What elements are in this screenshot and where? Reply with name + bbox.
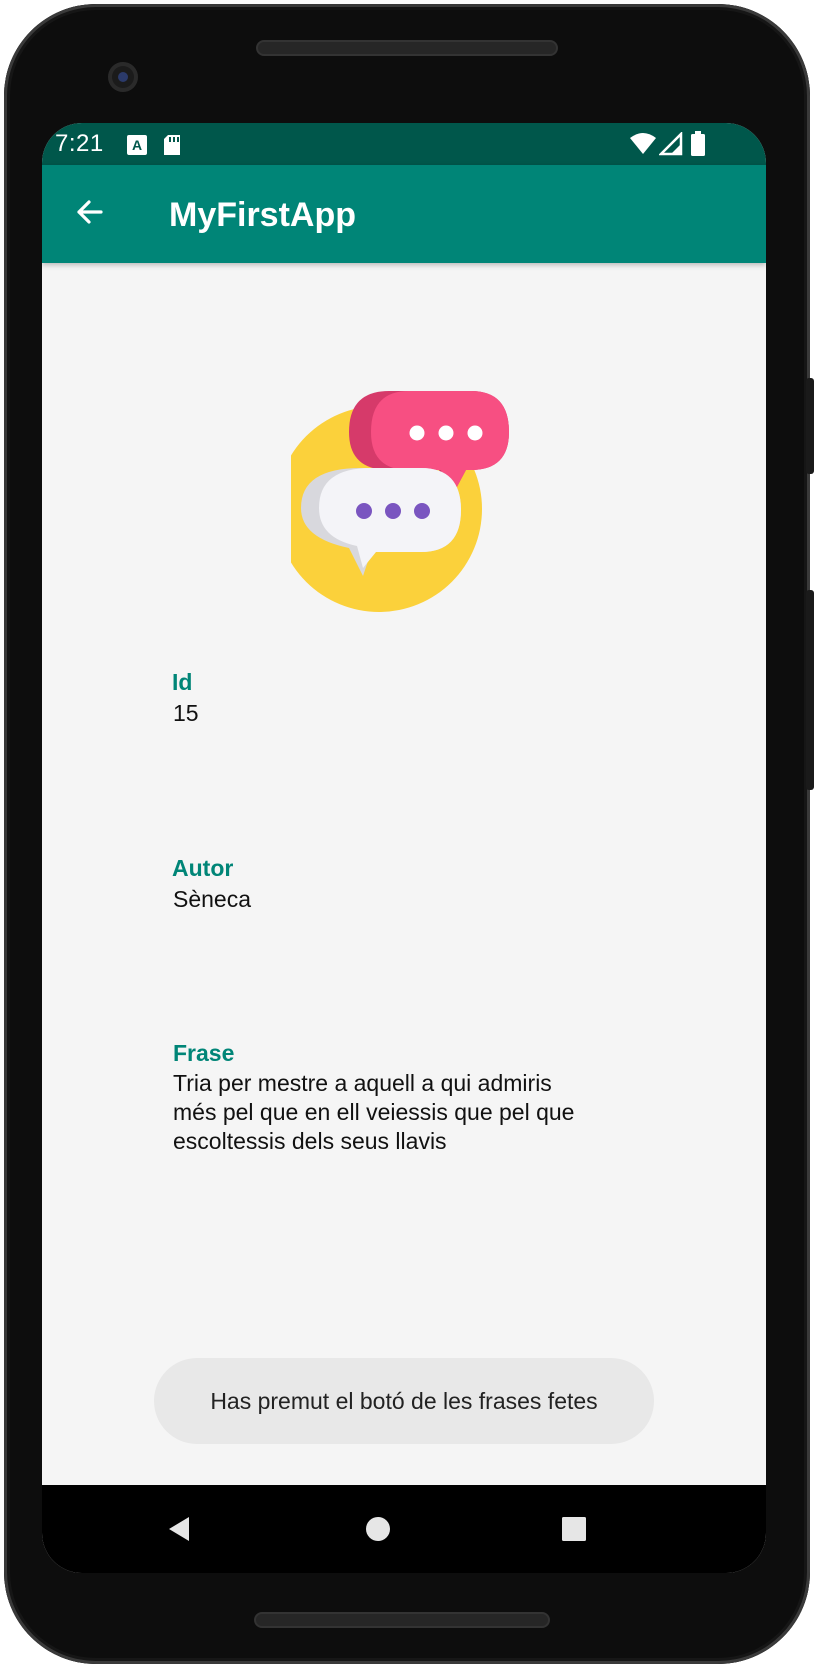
back-button[interactable]: [66, 191, 112, 237]
recents-square-icon: [562, 1517, 586, 1541]
status-time: 7:21: [55, 130, 104, 157]
status-bar: 7:21 A: [42, 123, 766, 165]
a-notification-icon: A: [126, 134, 148, 161]
frase-line: Tria per mestre a aquell a qui admiris: [173, 1070, 552, 1096]
id-label: Id: [172, 669, 193, 695]
front-camera: [108, 62, 138, 92]
svg-text:A: A: [132, 137, 142, 153]
nav-back-button[interactable]: [154, 1503, 206, 1555]
home-circle-icon: [366, 1517, 390, 1541]
nav-home-button[interactable]: [352, 1503, 404, 1555]
power-button: [806, 378, 814, 474]
arrow-back-icon: [74, 197, 104, 232]
frase-line: més pel que en ell veiessis que pel que: [173, 1099, 575, 1125]
toast-message: Has premut el botó de les frases fetes: [154, 1358, 654, 1444]
sd-card-icon: [162, 134, 182, 161]
autor-label: Autor: [172, 855, 234, 881]
volume-button: [806, 590, 814, 790]
top-speaker: [256, 40, 558, 56]
chat-bubbles-icon: [276, 391, 509, 612]
chat-logo: [276, 388, 523, 618]
autor-value: Sèneca: [173, 886, 252, 912]
nav-recents-button[interactable]: [548, 1503, 600, 1555]
frase-value: Tria per mestre a aquell a qui admiris m…: [173, 1069, 613, 1156]
app-title: MyFirstApp: [169, 196, 356, 234]
toast-text: Has premut el botó de les frases fetes: [210, 1387, 598, 1414]
navigation-bar: [42, 1485, 766, 1573]
screen: 7:21 A MyFirstApp Id 15 Autor Sèneca Fra…: [42, 123, 766, 1573]
frase-line: escoltessis dels seus llavis: [173, 1128, 447, 1154]
phone-device: 7:21 A MyFirstApp Id 15 Autor Sèneca Fra…: [0, 0, 815, 1669]
bottom-speaker: [254, 1612, 550, 1628]
app-bar: MyFirstApp: [42, 165, 766, 263]
battery-icon: [690, 131, 706, 162]
wifi-icon: [629, 132, 657, 161]
frase-label: Frase: [173, 1040, 235, 1066]
id-value: 15: [173, 700, 199, 726]
signal-icon: [657, 130, 683, 161]
back-triangle-icon: [169, 1517, 189, 1541]
